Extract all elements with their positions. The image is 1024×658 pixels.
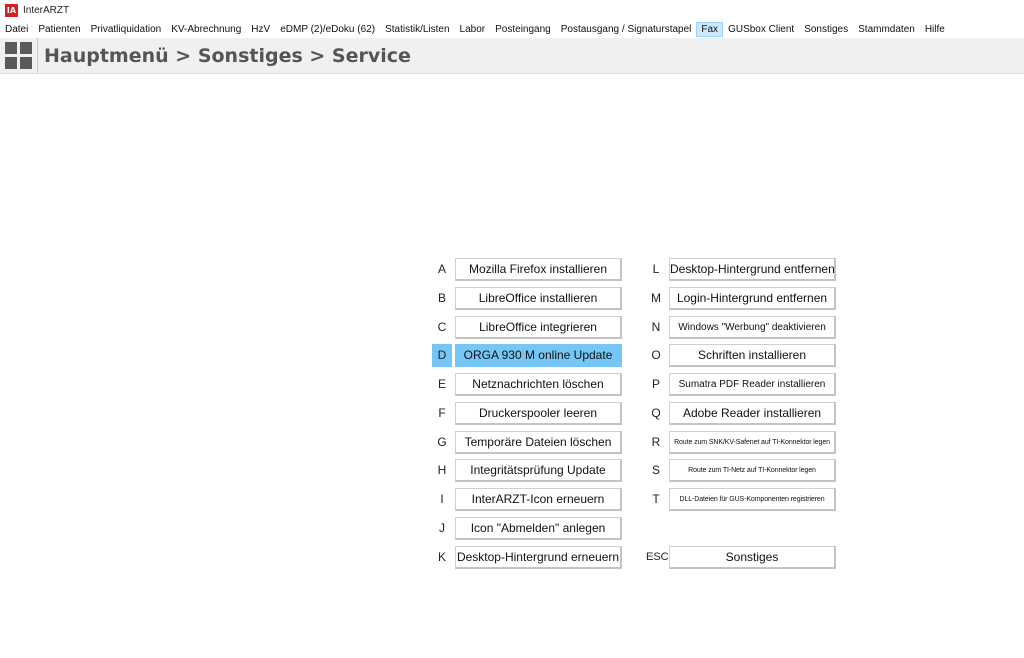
ti-route-button[interactable]: Route zum TI-Netz auf TI-Konnektor legen: [669, 459, 836, 483]
menu-item-kv-abrechnung[interactable]: KV-Abrechnung: [166, 22, 246, 37]
service-row[interactable]: N Windows "Werbung" deaktivieren: [646, 315, 836, 339]
hotkey-label: ESC: [646, 545, 669, 569]
hotkey-label: N: [646, 315, 666, 339]
print-spooler-clear-button[interactable]: Druckerspooler leeren: [455, 401, 622, 425]
service-row-selected[interactable]: D ORGA 930 M online Update: [432, 344, 622, 368]
hotkey-label: G: [432, 430, 452, 454]
service-row[interactable]: I InterARZT-Icon erneuern: [432, 488, 622, 511]
main-menu-grid-icon[interactable]: [5, 42, 32, 69]
service-row[interactable]: Q Adobe Reader installieren: [646, 401, 836, 425]
service-row[interactable]: O Schriften installieren: [646, 344, 836, 368]
orga-update-button[interactable]: ORGA 930 M online Update: [455, 344, 622, 368]
hotkey-label: D: [432, 344, 452, 368]
app-title: InterARZT: [23, 4, 70, 16]
logout-icon-create-button[interactable]: Icon "Abmelden" anlegen: [455, 516, 622, 540]
hotkey-label: M: [646, 286, 666, 310]
menu-item-posteingang[interactable]: Posteingang: [490, 22, 556, 37]
service-row[interactable]: E Netznachrichten löschen: [432, 373, 622, 396]
hotkey-label: L: [646, 258, 666, 281]
menu-item-datei[interactable]: Datei: [0, 22, 33, 37]
menu-item-edmp[interactable]: eDMP (2)/eDoku (62): [275, 22, 380, 37]
divider: [37, 38, 38, 73]
hotkey-label: F: [432, 401, 452, 425]
service-row[interactable]: F Druckerspooler leeren: [432, 401, 622, 425]
menu-item-hzv[interactable]: HzV: [246, 22, 275, 37]
menu-item-privatliquidation[interactable]: Privatliquidation: [86, 22, 167, 37]
service-row[interactable]: G Temporäre Dateien löschen: [432, 430, 622, 454]
hotkey-label: O: [646, 344, 666, 368]
adobe-reader-install-button[interactable]: Adobe Reader installieren: [669, 401, 836, 425]
back-sonstiges-button[interactable]: Sonstiges: [669, 545, 836, 569]
hotkey-label: T: [646, 488, 666, 511]
hotkey-label: I: [432, 488, 452, 511]
hotkey-label: K: [432, 545, 452, 569]
menu-item-stammdaten[interactable]: Stammdaten: [853, 22, 920, 37]
libreoffice-install-button[interactable]: LibreOffice installieren: [455, 286, 622, 310]
menu-item-fax[interactable]: Fax: [696, 21, 724, 37]
firefox-install-button[interactable]: Mozilla Firefox installieren: [455, 258, 622, 281]
right-button-column: L Desktop-Hintergrund entfernen M Login-…: [646, 258, 836, 574]
menu-item-patienten[interactable]: Patienten: [33, 22, 85, 37]
breadcrumb-bar: Hauptmenü > Sonstiges > Service: [0, 38, 1024, 74]
service-row[interactable]: R Route zum SNK/KV-Safenet auf TI-Konnek…: [646, 430, 836, 454]
fonts-install-button[interactable]: Schriften installieren: [669, 344, 836, 368]
service-row[interactable]: S Route zum TI-Netz auf TI-Konnektor leg…: [646, 459, 836, 483]
service-row[interactable]: H Integritätsprüfung Update: [432, 459, 622, 483]
service-row[interactable]: L Desktop-Hintergrund entfernen: [646, 258, 836, 281]
dll-register-button[interactable]: DLL-Dateien für GUS-Komponenten registri…: [669, 488, 836, 511]
menu-item-gusbox[interactable]: GUSbox Client: [723, 22, 799, 37]
temp-files-delete-button[interactable]: Temporäre Dateien löschen: [455, 430, 622, 454]
service-row[interactable]: P Sumatra PDF Reader installieren: [646, 373, 836, 396]
net-messages-delete-button[interactable]: Netznachrichten löschen: [455, 373, 622, 396]
service-row[interactable]: M Login-Hintergrund entfernen: [646, 286, 836, 310]
hotkey-label: C: [432, 315, 452, 339]
libreoffice-integrate-button[interactable]: LibreOffice integrieren: [455, 315, 622, 339]
hotkey-label: R: [646, 430, 666, 454]
app-logo-icon: IA: [5, 3, 18, 17]
service-row[interactable]: B LibreOffice installieren: [432, 286, 622, 310]
desktop-background-remove-button[interactable]: Desktop-Hintergrund entfernen: [669, 258, 836, 281]
hotkey-label: E: [432, 373, 452, 396]
menu-item-labor[interactable]: Labor: [455, 22, 491, 37]
integrity-check-update-button[interactable]: Integritätsprüfung Update: [455, 459, 622, 483]
hotkey-label: H: [432, 459, 452, 483]
interarzt-icon-renew-button[interactable]: InterARZT-Icon erneuern: [455, 488, 622, 511]
menu-bar: Datei Patienten Privatliquidation KV-Abr…: [0, 20, 1024, 38]
breadcrumb: Hauptmenü > Sonstiges > Service: [44, 44, 411, 67]
left-button-column: A Mozilla Firefox installieren B LibreOf…: [432, 258, 622, 574]
snk-route-button[interactable]: Route zum SNK/KV-Safenet auf TI-Konnekto…: [669, 430, 836, 454]
windows-ads-disable-button[interactable]: Windows "Werbung" deaktivieren: [669, 315, 836, 339]
hotkey-label: B: [432, 286, 452, 310]
title-bar: IA InterARZT: [0, 0, 1024, 20]
service-row[interactable]: K Desktop-Hintergrund erneuern: [432, 545, 622, 569]
hotkey-label: Q: [646, 401, 666, 425]
service-row[interactable]: T DLL-Dateien für GUS-Komponenten regist…: [646, 488, 836, 511]
hotkey-label: J: [432, 516, 452, 540]
sumatra-install-button[interactable]: Sumatra PDF Reader installieren: [669, 373, 836, 396]
menu-item-sonstiges[interactable]: Sonstiges: [799, 22, 853, 37]
menu-item-hilfe[interactable]: Hilfe: [920, 22, 950, 37]
login-background-remove-button[interactable]: Login-Hintergrund entfernen: [669, 286, 836, 310]
hotkey-label: A: [432, 258, 452, 281]
service-row[interactable]: J Icon "Abmelden" anlegen: [432, 516, 622, 540]
menu-item-postausgang[interactable]: Postausgang / Signaturstapel: [556, 22, 697, 37]
menu-item-statistik[interactable]: Statistik/Listen: [380, 22, 454, 37]
desktop-background-renew-button[interactable]: Desktop-Hintergrund erneuern: [455, 545, 622, 569]
service-row[interactable]: C LibreOffice integrieren: [432, 315, 622, 339]
hotkey-label: P: [646, 373, 666, 396]
service-row[interactable]: A Mozilla Firefox installieren: [432, 258, 622, 281]
escape-row[interactable]: ESC Sonstiges: [646, 545, 836, 569]
hotkey-label: S: [646, 459, 666, 483]
